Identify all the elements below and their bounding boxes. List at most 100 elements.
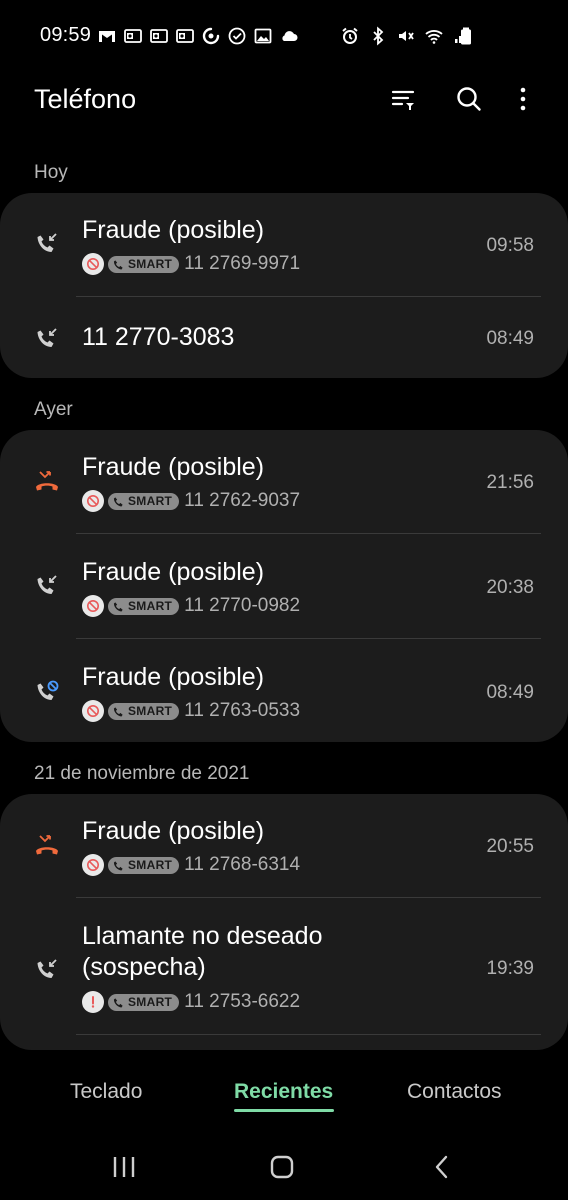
block-icon (87, 600, 99, 612)
caller-name-line: (sospecha) (82, 953, 206, 981)
home-nav-button[interactable] (264, 1152, 300, 1182)
smart-call-chip: SMART (108, 597, 180, 615)
calls-card: Fraude (posible) SMART 11 2769-9971 09:5… (0, 193, 568, 378)
caller-meta: SMART 11 2753-6622 (82, 991, 300, 1013)
call-time: 20:38 (486, 577, 534, 598)
phone-icon (113, 997, 123, 1008)
caller-meta: SMART 11 2763-0533 (82, 700, 300, 722)
tab-teclado[interactable]: Teclado (70, 1080, 142, 1104)
call-log-item[interactable]: Fraude (posible) SMART 11 2763-0533 08:4… (0, 639, 568, 742)
block-icon (87, 705, 99, 717)
phone-number: 11 2753-6622 (184, 991, 301, 1012)
back-nav-icon (435, 1155, 448, 1179)
back-nav-button[interactable] (424, 1152, 460, 1182)
blocked-call-icon (37, 680, 59, 700)
status-bar: 09:59 (0, 0, 568, 72)
incoming-call-icon (37, 575, 57, 594)
recents-nav-icon (113, 1157, 135, 1177)
caller-name: Llamante no deseado (sospecha) (82, 921, 322, 983)
caller-name-line: Llamante no deseado (82, 922, 323, 950)
tab-recientes[interactable]: Recientes (234, 1080, 333, 1104)
calls-card: Fraude (posible) SMART 11 2768-6314 20:5… (0, 794, 568, 1050)
tab-contactos[interactable]: Contactos (407, 1080, 502, 1104)
phone-number: 11 2768-6314 (184, 854, 301, 875)
bottom-tabs: Teclado Recientes Contactos (0, 1060, 568, 1126)
smart-call-chip: SMART (108, 856, 180, 874)
block-badge (82, 700, 104, 722)
home-nav-icon (270, 1155, 294, 1179)
active-tab-indicator (234, 1109, 334, 1112)
system-icons (340, 26, 472, 46)
call-log-item[interactable]: Llamante no deseado (sospecha) SMART 11 … (0, 898, 568, 1035)
smart-call-chip: SMART (108, 255, 180, 273)
block-icon (87, 495, 99, 507)
caller-name: Fraude (posible) (82, 453, 265, 481)
phone-number: 11 2762-9037 (184, 490, 301, 511)
caller-meta: SMART 11 2762-9037 (82, 490, 300, 512)
call-time: 08:49 (486, 682, 534, 703)
section-header: Ayer (34, 399, 73, 420)
search-button[interactable] (454, 84, 484, 114)
phone-icon (113, 860, 123, 871)
block-badge (82, 595, 104, 617)
calls-card: Fraude (posible) SMART 11 2762-9037 21:5… (0, 430, 568, 742)
missed-call-icon (36, 471, 58, 491)
smart-call-chip: SMART (108, 702, 180, 720)
smart-label: SMART (128, 858, 173, 872)
more-icon (520, 87, 526, 111)
incoming-call-icon (37, 233, 57, 252)
call-log-item[interactable]: Fraude (posible) SMART 11 2768-6314 20:5… (0, 794, 568, 898)
wifi-icon (425, 30, 443, 44)
smart-label: SMART (128, 599, 173, 613)
smart-label: SMART (128, 257, 173, 271)
section-header: 21 de noviembre de 2021 (34, 763, 250, 784)
caller-meta: SMART 11 2769-9971 (82, 253, 300, 275)
app-bar: Teléfono (0, 70, 568, 130)
filter-icon (391, 90, 415, 110)
outlook-icon (150, 29, 168, 43)
block-badge (82, 490, 104, 512)
caller-name: Fraude (posible) (82, 558, 265, 586)
gmail-icon (99, 31, 115, 42)
smart-call-chip: SMART (108, 492, 180, 510)
block-badge (82, 253, 104, 275)
phone-number: 11 2763-0533 (184, 700, 301, 721)
bluetooth-icon (373, 26, 384, 46)
phone-icon (113, 259, 123, 270)
call-log-item[interactable]: Fraude (posible) SMART 11 2762-9037 21:5… (0, 430, 568, 534)
block-icon (87, 859, 99, 871)
sync-icon (202, 27, 220, 45)
caller-meta: SMART 11 2770-0982 (82, 595, 300, 617)
filter-button[interactable] (388, 84, 418, 114)
call-time: 20:55 (486, 836, 534, 857)
call-log-item[interactable]: Fraude (posible) SMART 11 2769-9971 09:5… (0, 193, 568, 297)
smart-call-chip: SMART (108, 993, 180, 1011)
block-icon (87, 258, 99, 270)
page-title: Teléfono (34, 84, 137, 114)
check-circle-icon (228, 27, 246, 45)
phone-number: 11 2769-9971 (184, 253, 301, 274)
more-options-button[interactable] (508, 84, 538, 114)
incoming-call-icon (37, 328, 57, 347)
phone-number: 11 2770-0982 (184, 595, 301, 616)
caller-meta: SMART 11 2768-6314 (82, 854, 300, 876)
missed-call-icon (36, 835, 58, 855)
call-log-item[interactable]: 11 2770-3083 08:49 (0, 297, 568, 378)
recents-nav-button[interactable] (106, 1152, 142, 1182)
block-badge (82, 854, 104, 876)
image-icon (254, 28, 272, 44)
battery-indicator (456, 26, 476, 46)
call-log-item[interactable]: Fraude (posible) SMART 11 2770-0982 20:3… (0, 534, 568, 639)
call-time: 19:39 (486, 958, 534, 979)
call-time: 08:49 (486, 328, 534, 349)
cloud-icon (282, 31, 298, 41)
alarm-icon (342, 27, 358, 44)
outlook-icon (124, 29, 142, 43)
caller-name: Fraude (posible) (82, 817, 265, 845)
call-time: 09:58 (486, 235, 534, 256)
section-header: Hoy (34, 162, 68, 183)
phone-icon (113, 496, 123, 507)
mute-icon (399, 31, 414, 41)
notification-icons (97, 26, 299, 46)
caller-name: Fraude (posible) (82, 216, 265, 244)
